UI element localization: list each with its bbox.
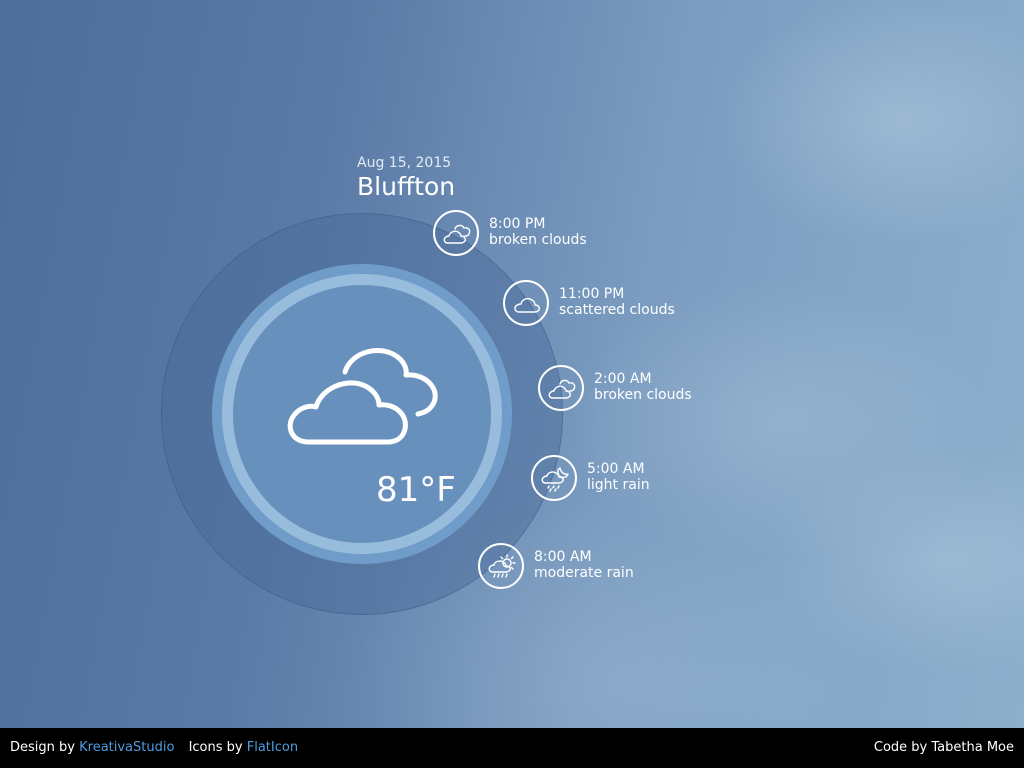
forecast-description: broken clouds [594, 387, 692, 403]
footer-credits-left: Design by KreativaStudio Icons by FlatIc… [10, 740, 298, 755]
broken-clouds-icon [443, 224, 471, 244]
forecast-description: light rain [587, 477, 650, 493]
city-name: Bluffton [357, 172, 456, 201]
forecast-icon [478, 543, 524, 589]
footer-bar: Design by KreativaStudio Icons by FlatIc… [0, 728, 1024, 768]
icons-credit-label: Icons by [188, 740, 243, 755]
forecast-time: 8:00 AM [534, 549, 592, 565]
forecast-description: moderate rain [534, 565, 634, 581]
forecast-time: 2:00 AM [594, 371, 652, 387]
forecast-icon [503, 280, 549, 326]
icons-credit-link[interactable]: FlatIcon [247, 740, 298, 755]
broken-clouds-icon [548, 379, 576, 399]
night-light-rain-icon [541, 467, 569, 492]
current-weather-icon [283, 345, 443, 455]
forecast-time: 8:00 PM [489, 216, 546, 232]
scattered-clouds-icon [514, 297, 540, 313]
code-credit: Code by Tabetha Moe [873, 740, 1014, 755]
forecast-time: 5:00 AM [587, 461, 645, 477]
design-credit-label: Design by [10, 740, 75, 755]
design-credit-link[interactable]: KreativaStudio [79, 740, 174, 755]
forecast-description: scattered clouds [559, 302, 675, 318]
forecast-icon [433, 210, 479, 256]
forecast-time: 11:00 PM [559, 286, 625, 302]
broken-clouds-icon [287, 348, 438, 445]
current-temperature: 81°F [376, 470, 456, 510]
date-label: Aug 15, 2015 [357, 155, 452, 171]
forecast-icon [538, 365, 584, 411]
forecast-icon [531, 455, 577, 501]
sun-rain-icon [488, 554, 516, 578]
forecast-description: broken clouds [489, 232, 587, 248]
